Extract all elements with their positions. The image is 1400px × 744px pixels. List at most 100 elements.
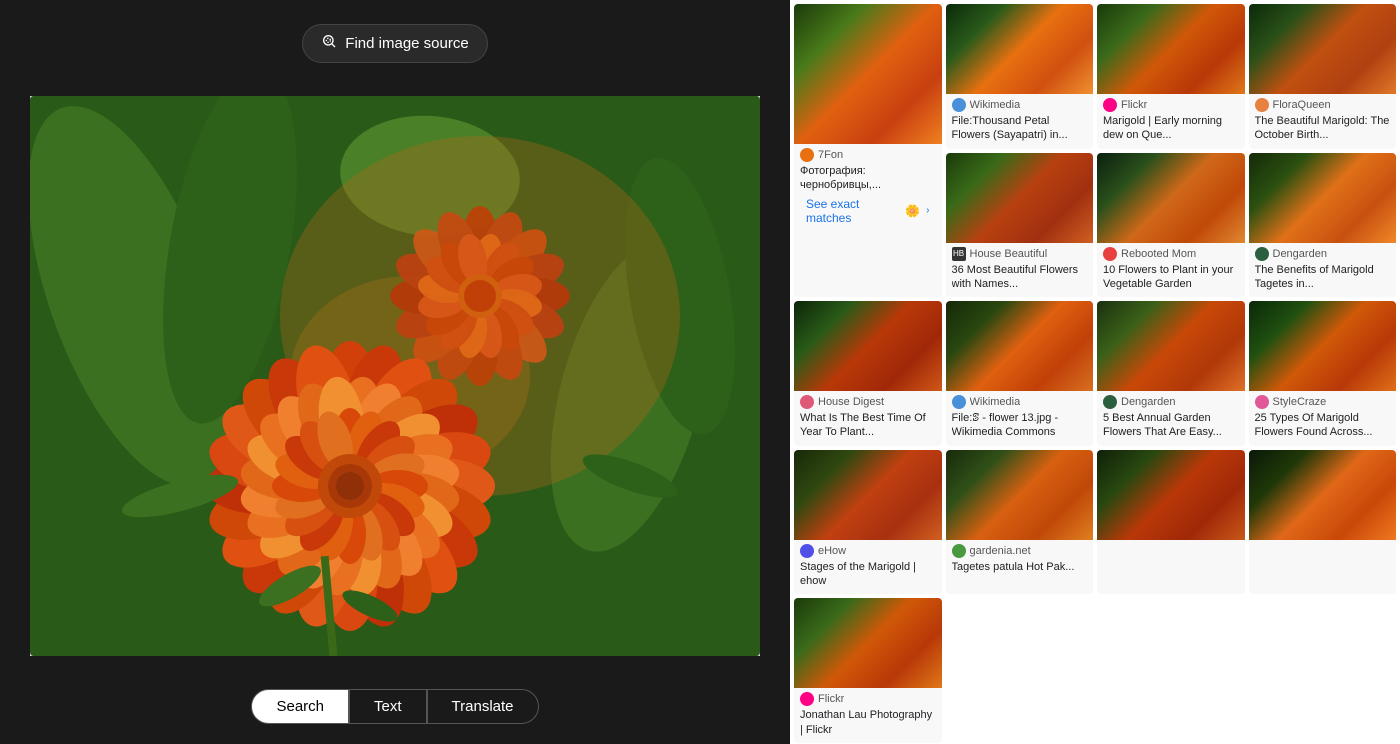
source-name-2: Wikimedia (970, 99, 1021, 111)
result-info-10: Dengarden 5 Best Annual Garden Flowers T… (1097, 391, 1245, 446)
favicon-12 (800, 544, 814, 558)
result-title-16: Jonathan Lau Photography | Flickr (800, 708, 936, 737)
find-source-label: Find image source (345, 35, 468, 52)
source-line-4: FloraQueen (1255, 98, 1391, 112)
result-thumb-2 (946, 4, 1094, 94)
find-source-button[interactable]: Find image source (302, 24, 487, 63)
source-name-5: House Beautiful (970, 248, 1048, 260)
result-thumb-15 (1249, 450, 1397, 540)
result-thumb-7 (1249, 153, 1397, 243)
result-item-8[interactable]: House Digest What Is The Best Time Of Ye… (794, 301, 942, 446)
result-info-7: Dengarden The Benefits of Marigold Taget… (1249, 243, 1397, 298)
favicon-13 (952, 544, 966, 558)
main-image (30, 96, 760, 656)
result-thumb-13 (946, 450, 1094, 540)
tab-search[interactable]: Search (251, 689, 349, 724)
source-line-3: Flickr (1103, 98, 1239, 112)
lens-icon (321, 33, 337, 54)
result-thumb-8 (794, 301, 942, 391)
source-name-1: 7Fon (818, 149, 843, 161)
result-thumb-12 (794, 450, 942, 540)
result-info-6: Rebooted Mom 10 Flowers to Plant in your… (1097, 243, 1245, 298)
result-thumb-3 (1097, 4, 1245, 94)
result-thumb-14 (1097, 450, 1245, 540)
source-line-7: Dengarden (1255, 247, 1391, 261)
result-thumb-16 (794, 598, 942, 688)
result-title-8: What Is The Best Time Of Year To Plant..… (800, 411, 936, 440)
source-line-1: 7Fon (800, 148, 936, 162)
source-line-10: Dengarden (1103, 395, 1239, 409)
source-line-8: House Digest (800, 395, 936, 409)
result-item-13[interactable]: gardenia.net Tagetes patula Hot Pak... (946, 450, 1094, 595)
result-thumb-10 (1097, 301, 1245, 391)
result-item-3[interactable]: Flickr Marigold | Early morning dew on Q… (1097, 4, 1245, 149)
source-name-6: Rebooted Mom (1121, 248, 1196, 260)
result-info-1: 7Fon Фотография: чернобривцы,... See exa… (794, 144, 942, 239)
result-item-2[interactable]: Wikimedia File:Thousand Petal Flowers (S… (946, 4, 1094, 149)
result-title-3: Marigold | Early morning dew on Que... (1103, 114, 1239, 143)
source-line-13: gardenia.net (952, 544, 1088, 558)
bottom-tabs: Search Text Translate (251, 689, 538, 724)
favicon-10 (1103, 395, 1117, 409)
result-item-6[interactable]: Rebooted Mom 10 Flowers to Plant in your… (1097, 153, 1245, 298)
result-info-13: gardenia.net Tagetes patula Hot Pak... (946, 540, 1094, 580)
result-title-2: File:Thousand Petal Flowers (Sayapatri) … (952, 114, 1088, 143)
favicon-1 (800, 148, 814, 162)
source-name-9: Wikimedia (970, 396, 1021, 408)
source-line-16: Flickr (800, 692, 936, 706)
result-thumb-9 (946, 301, 1094, 391)
result-title-7: The Benefits of Marigold Tagetes in... (1255, 263, 1391, 292)
favicon-16 (800, 692, 814, 706)
source-name-11: StyleCraze (1273, 396, 1327, 408)
result-item-4[interactable]: FloraQueen The Beautiful Marigold: The O… (1249, 4, 1397, 149)
source-name-16: Flickr (818, 693, 844, 705)
favicon-4 (1255, 98, 1269, 112)
result-thumb-5 (946, 153, 1094, 243)
result-title-6: 10 Flowers to Plant in your Vegetable Ga… (1103, 263, 1239, 292)
result-item-7[interactable]: Dengarden The Benefits of Marigold Taget… (1249, 153, 1397, 298)
result-info-3: Flickr Marigold | Early morning dew on Q… (1097, 94, 1245, 149)
result-item-10[interactable]: Dengarden 5 Best Annual Garden Flowers T… (1097, 301, 1245, 446)
favicon-8 (800, 395, 814, 409)
chevron-icon: › (926, 205, 929, 216)
see-exact-matches[interactable]: See exact matches 🌼 › (800, 193, 936, 233)
source-line-12: eHow (800, 544, 936, 558)
exact-label: See exact matches (806, 197, 899, 225)
exact-icon: 🌼 (905, 204, 920, 218)
result-title-12: Stages of the Marigold | ehow (800, 560, 936, 589)
result-title-10: 5 Best Annual Garden Flowers That Are Ea… (1103, 411, 1239, 440)
source-line-5: HB House Beautiful (952, 247, 1088, 261)
source-line-6: Rebooted Mom (1103, 247, 1239, 261)
result-thumb-11 (1249, 301, 1397, 391)
result-item-12[interactable]: eHow Stages of the Marigold | ehow (794, 450, 942, 595)
tab-translate[interactable]: Translate (427, 689, 539, 724)
favicon-7 (1255, 247, 1269, 261)
result-item-5[interactable]: HB House Beautiful 36 Most Beautiful Flo… (946, 153, 1094, 298)
tab-text[interactable]: Text (349, 689, 427, 724)
result-info-12: eHow Stages of the Marigold | ehow (794, 540, 942, 595)
result-item-14[interactable] (1097, 450, 1245, 595)
result-title-4: The Beautiful Marigold: The October Birt… (1255, 114, 1391, 143)
result-info-9: Wikimedia File:ꕷ - flower 13.jpg - Wikim… (946, 391, 1094, 446)
right-panel: 7Fon Фотография: чернобривцы,... See exa… (790, 0, 1400, 744)
source-line-11: StyleCraze (1255, 395, 1391, 409)
results-grid: 7Fon Фотография: чернобривцы,... See exa… (790, 0, 1400, 744)
result-item-11[interactable]: StyleCraze 25 Types Of Marigold Flowers … (1249, 301, 1397, 446)
result-item-15[interactable] (1249, 450, 1397, 595)
source-line-2: Wikimedia (952, 98, 1088, 112)
result-item-1[interactable]: 7Fon Фотография: чернобривцы,... See exa… (794, 4, 942, 297)
result-item-16[interactable]: Flickr Jonathan Lau Photography | Flickr (794, 598, 942, 743)
result-info-4: FloraQueen The Beautiful Marigold: The O… (1249, 94, 1397, 149)
result-info-16: Flickr Jonathan Lau Photography | Flickr (794, 688, 942, 743)
favicon-11 (1255, 395, 1269, 409)
favicon-2 (952, 98, 966, 112)
result-title-1: Фотография: чернобривцы,... (800, 164, 936, 193)
result-thumb-4 (1249, 4, 1397, 94)
favicon-5: HB (952, 247, 966, 261)
source-name-13: gardenia.net (970, 545, 1031, 557)
favicon-9 (952, 395, 966, 409)
source-line-9: Wikimedia (952, 395, 1088, 409)
result-item-9[interactable]: Wikimedia File:ꕷ - flower 13.jpg - Wikim… (946, 301, 1094, 446)
source-name-7: Dengarden (1273, 248, 1327, 260)
favicon-3 (1103, 98, 1117, 112)
